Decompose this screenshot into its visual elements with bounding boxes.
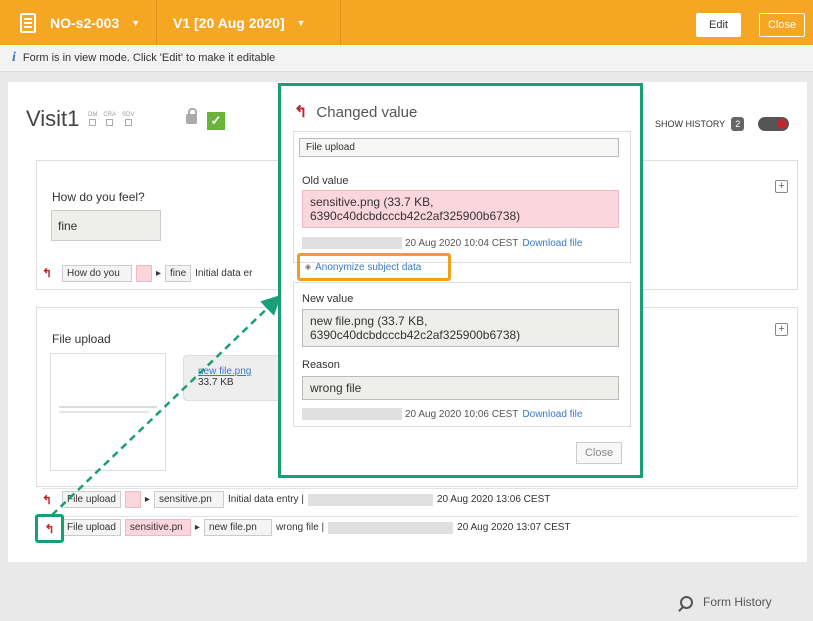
history-new-value: fine [165, 264, 192, 282]
form-history-label: Form History [703, 595, 772, 609]
info-icon: i [12, 50, 16, 65]
history-date: 20 Aug 2020 13:06 CEST [436, 494, 551, 505]
search-icon [680, 595, 693, 609]
history-old-value: sensitive.pn [124, 519, 191, 536]
add-comment-icon[interactable]: + [772, 177, 788, 193]
file-size: 33.7 KB [198, 377, 234, 388]
new-value: new file.png (33.7 KB, 6390c40dcbdcccb42… [302, 309, 619, 347]
history-reason: wrong file | [275, 522, 325, 533]
divider [156, 0, 157, 45]
redacted-user [302, 237, 402, 249]
history-undo-icon[interactable]: ↰ [42, 266, 54, 280]
reason-value: wrong file [302, 376, 619, 400]
arrow-right-icon: ▸ [194, 522, 200, 533]
checkbox-icon [106, 119, 114, 126]
info-bar: i Form is in view mode. Click 'Edit' to … [0, 45, 813, 72]
changed-value-popup: ↰ Changed value File upload Old value se… [278, 83, 643, 478]
history-undo-icon-highlighted[interactable]: ↰ [35, 514, 64, 543]
page-title: Visit1 [26, 106, 80, 131]
info-text: Form is in view mode. Click 'Edit' to ma… [22, 52, 276, 64]
flag-sdv[interactable]: SDV [122, 112, 134, 126]
chevron-down-icon: ▼ [131, 17, 141, 28]
flag-dm[interactable]: DM [88, 112, 97, 126]
top-bar: NO-s2-003 ▼ V1 [20 Aug 2020] ▼ Edit Clos… [0, 0, 813, 45]
answer-field: fine [51, 210, 161, 241]
show-history-label: SHOW HISTORY [655, 119, 726, 129]
old-value-label: Old value [302, 175, 349, 187]
subject-id: NO-s2-003 [50, 14, 120, 31]
history-row: ↰ File upload sensitive.pn ▸ new file.pn… [42, 516, 798, 538]
old-value: sensitive.png (33.7 KB, 6390c40dcbdcccb4… [302, 190, 619, 228]
new-value-label: New value [302, 293, 354, 305]
download-file-link[interactable]: Download file [522, 238, 582, 249]
form-history-button[interactable]: Form History [680, 595, 772, 609]
history-new-value: sensitive.pn [153, 491, 224, 508]
file-thumbnail[interactable] [50, 353, 166, 471]
arrow-right-icon: ▸ [144, 494, 150, 505]
redacted-user [302, 408, 402, 420]
history-date: 20 Aug 2020 13:07 CEST [457, 522, 571, 533]
new-value-meta: 20 Aug 2020 10:06 CEST Download file [302, 408, 582, 420]
version-selector[interactable]: V1 [20 Aug 2020] ▼ [173, 0, 305, 45]
popup-title: ↰ Changed value [294, 103, 418, 122]
arrow-right-icon: ▸ [156, 267, 162, 279]
chevron-down-icon: ▼ [296, 17, 306, 28]
history-row: ↰ File upload ▸ sensitive.pn Initial dat… [42, 488, 798, 510]
history-reason: Initial data entry | [227, 494, 304, 505]
question-label: How do you feel? [52, 190, 145, 204]
add-comment-icon[interactable]: + [772, 320, 788, 336]
review-flags: DM CRA SDV [88, 112, 134, 126]
history-old-value [124, 491, 141, 508]
flag-cra[interactable]: CRA [103, 112, 116, 126]
reason-label: Reason [302, 359, 340, 371]
redacted-user [307, 493, 433, 506]
checkbox-icon [124, 119, 132, 126]
history-field: How do you [62, 264, 132, 282]
old-value-meta: 20 Aug 2020 10:04 CEST Download file [302, 237, 582, 249]
subject-selector[interactable]: NO-s2-003 ▼ [20, 0, 140, 45]
history-field: File upload [62, 491, 121, 508]
popup-close-button[interactable]: Close [576, 442, 622, 464]
show-history-control: SHOW HISTORY 2 [655, 117, 790, 131]
divider [340, 0, 341, 45]
field-name: File upload [299, 138, 619, 157]
history-undo-icon[interactable]: ↰ [42, 493, 54, 507]
checkbox-icon [89, 119, 97, 126]
anonymize-subject-data-link[interactable]: Anonymize subject data [297, 253, 451, 281]
file-card: new file.png 33.7 KB [183, 355, 283, 401]
edit-button[interactable]: Edit [696, 13, 741, 37]
close-button[interactable]: Close [759, 13, 805, 37]
redacted-user [328, 521, 454, 534]
file-link[interactable]: new file.png [198, 366, 251, 377]
history-old-value [136, 264, 152, 282]
form-document-icon [20, 12, 36, 33]
history-row: ↰ How do you ▸ fine Initial data er [42, 262, 252, 284]
history-undo-icon: ↰ [294, 104, 308, 121]
version-label: V1 [20 Aug 2020] [173, 14, 285, 31]
history-field: File upload [62, 519, 121, 536]
lock-icon[interactable] [186, 108, 197, 124]
show-history-toggle[interactable] [758, 117, 790, 131]
download-file-link[interactable]: Download file [522, 409, 582, 420]
history-count-badge: 2 [731, 117, 745, 131]
checkmark-icon: ✓ [207, 112, 225, 130]
history-new-value: new file.pn [203, 519, 272, 536]
history-reason: Initial data er [195, 267, 253, 279]
question-label: File upload [52, 332, 111, 346]
